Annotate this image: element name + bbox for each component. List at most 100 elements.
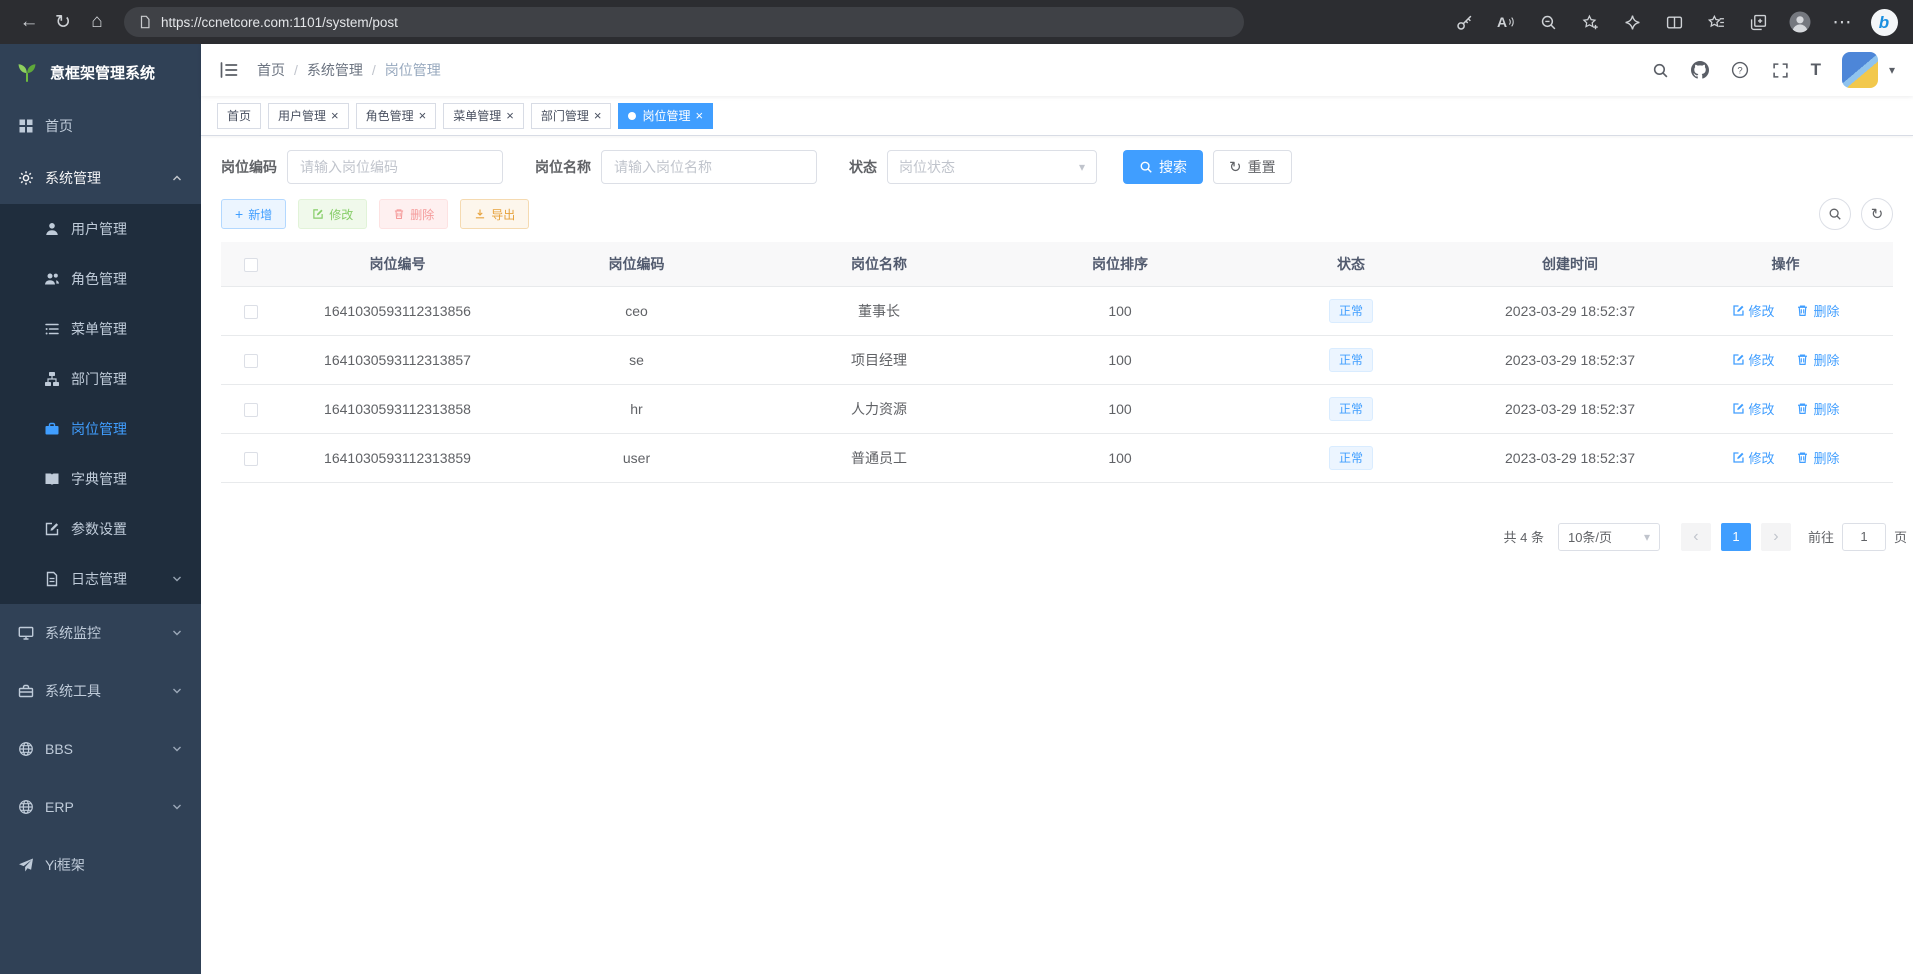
url-text: https://ccnetcore.com:1101/system/post	[161, 15, 398, 30]
sidebar-item-system-mgmt[interactable]: 系统管理	[0, 152, 201, 204]
sidebar-item-role-mgmt[interactable]: 角色管理	[0, 254, 201, 304]
post-code-input[interactable]	[287, 150, 503, 184]
read-aloud-icon[interactable]: A	[1489, 6, 1523, 38]
cell-created: 2023-03-29 18:52:37	[1462, 433, 1678, 482]
cell-post-id: 1641030593112313856	[280, 286, 515, 335]
sidebar-item-post-mgmt[interactable]: 岗位管理	[0, 404, 201, 454]
home-icon[interactable]: ⌂	[80, 6, 114, 38]
add-button[interactable]: + 新增	[221, 199, 286, 229]
split-screen-icon[interactable]	[1657, 6, 1691, 38]
post-code-label: 岗位编码	[221, 157, 277, 177]
sidebar-item-bbs[interactable]: BBS	[0, 720, 201, 778]
row-edit-button[interactable]: 修改	[1732, 448, 1775, 467]
toggle-search-button[interactable]	[1819, 198, 1851, 230]
app-title: 意框架管理系统	[50, 62, 155, 83]
user-avatar[interactable]	[1842, 52, 1878, 88]
collections-icon[interactable]	[1741, 6, 1775, 38]
row-delete-button[interactable]: 删除	[1796, 350, 1839, 369]
select-all-checkbox[interactable]	[244, 258, 258, 272]
refresh-table-button[interactable]: ↻	[1861, 198, 1893, 230]
search-button[interactable]: 搜索	[1123, 150, 1203, 184]
close-icon[interactable]: ×	[594, 109, 602, 122]
export-button[interactable]: 导出	[460, 199, 529, 229]
tab-role-mgmt[interactable]: 角色管理 ×	[356, 103, 437, 129]
row-checkbox[interactable]	[244, 354, 258, 368]
table-row[interactable]: 1641030593112313858 hr 人力资源 100 正常 2023-…	[221, 384, 1893, 433]
page-size-select[interactable]: 10条/页 ▾	[1558, 523, 1660, 551]
bing-icon[interactable]: b	[1867, 6, 1901, 38]
trash-icon	[1796, 402, 1809, 415]
address-bar[interactable]: https://ccnetcore.com:1101/system/post	[124, 7, 1244, 37]
tab-user-mgmt[interactable]: 用户管理 ×	[268, 103, 349, 129]
close-icon[interactable]: ×	[506, 109, 514, 122]
edit-button[interactable]: 修改	[298, 199, 367, 229]
close-icon[interactable]: ×	[419, 109, 427, 122]
fullscreen-icon[interactable]	[1771, 61, 1790, 80]
sidebar-item-erp[interactable]: ERP	[0, 778, 201, 836]
favorites-icon[interactable]	[1699, 6, 1733, 38]
favorite-add-icon[interactable]	[1573, 6, 1607, 38]
browser-profile-avatar[interactable]	[1783, 6, 1817, 38]
tab-home[interactable]: 首页	[217, 103, 261, 129]
tab-menu-mgmt[interactable]: 菜单管理 ×	[443, 103, 524, 129]
table-row[interactable]: 1641030593112313859 user 普通员工 100 正常 202…	[221, 433, 1893, 482]
row-delete-button[interactable]: 删除	[1796, 399, 1839, 418]
table-row[interactable]: 1641030593112313856 ceo 董事长 100 正常 2023-…	[221, 286, 1893, 335]
breadcrumb-separator: /	[294, 62, 298, 78]
row-checkbox[interactable]	[244, 305, 258, 319]
sidebar-item-yi-framework[interactable]: Yi框架	[0, 836, 201, 894]
svg-text:?: ?	[1737, 65, 1742, 76]
sidebar-item-param-settings[interactable]: 参数设置	[0, 504, 201, 554]
breadcrumb-system-mgmt[interactable]: 系统管理	[307, 60, 363, 80]
reset-button[interactable]: ↻ 重置	[1213, 150, 1292, 184]
back-icon[interactable]: ←	[12, 6, 46, 38]
status-select[interactable]: 岗位状态 ▾	[887, 150, 1097, 184]
prev-page-button[interactable]: ‹	[1681, 523, 1711, 551]
sidebar-item-system-tools[interactable]: 系统工具	[0, 662, 201, 720]
search-icon[interactable]	[1651, 61, 1670, 80]
key-icon[interactable]	[1447, 6, 1481, 38]
chevron-down-icon	[171, 743, 183, 755]
sidebar-toggle-icon[interactable]	[219, 60, 239, 80]
users-icon	[44, 271, 60, 287]
github-icon[interactable]	[1691, 61, 1710, 80]
edit-icon	[44, 521, 60, 537]
row-checkbox[interactable]	[244, 452, 258, 466]
chevron-down-icon	[171, 801, 183, 813]
tab-dept-mgmt[interactable]: 部门管理 ×	[531, 103, 612, 129]
row-edit-button[interactable]: 修改	[1732, 399, 1775, 418]
row-delete-button[interactable]: 删除	[1796, 448, 1839, 467]
tab-post-mgmt[interactable]: 岗位管理 ×	[618, 103, 713, 129]
sidebar-item-log-mgmt[interactable]: 日志管理	[0, 554, 201, 604]
post-name-input[interactable]	[601, 150, 817, 184]
col-post-sort: 岗位排序	[1000, 242, 1240, 286]
text-size-icon[interactable]: T	[1811, 60, 1821, 80]
next-page-button[interactable]: ›	[1761, 523, 1791, 551]
row-edit-button[interactable]: 修改	[1732, 301, 1775, 320]
close-icon[interactable]: ×	[695, 109, 703, 122]
sidebar-item-dict-mgmt[interactable]: 字典管理	[0, 454, 201, 504]
breadcrumb-home[interactable]: 首页	[257, 60, 285, 80]
sidebar-item-home[interactable]: 首页	[0, 100, 201, 152]
briefcase-icon	[44, 421, 60, 437]
caret-down-icon[interactable]: ▾	[1889, 63, 1895, 77]
help-icon[interactable]: ?	[1731, 61, 1750, 80]
close-icon[interactable]: ×	[331, 109, 339, 122]
sidebar-item-user-mgmt[interactable]: 用户管理	[0, 204, 201, 254]
row-delete-button[interactable]: 删除	[1796, 301, 1839, 320]
refresh-icon[interactable]: ↻	[46, 6, 80, 38]
essentials-icon[interactable]	[1615, 6, 1649, 38]
delete-button[interactable]: 删除	[379, 199, 448, 229]
page-number-button[interactable]: 1	[1721, 523, 1751, 551]
sidebar-item-dept-mgmt[interactable]: 部门管理	[0, 354, 201, 404]
trash-icon	[1796, 353, 1809, 366]
row-edit-button[interactable]: 修改	[1732, 350, 1775, 369]
row-checkbox[interactable]	[244, 403, 258, 417]
goto-page-input[interactable]	[1842, 523, 1886, 551]
table-row[interactable]: 1641030593112313857 se 项目经理 100 正常 2023-…	[221, 335, 1893, 384]
sidebar-item-menu-mgmt[interactable]: 菜单管理	[0, 304, 201, 354]
more-icon[interactable]: ⋯	[1825, 6, 1859, 38]
status-badge: 正常	[1329, 446, 1373, 470]
zoom-icon[interactable]	[1531, 6, 1565, 38]
sidebar-item-system-monitor[interactable]: 系统监控	[0, 604, 201, 662]
